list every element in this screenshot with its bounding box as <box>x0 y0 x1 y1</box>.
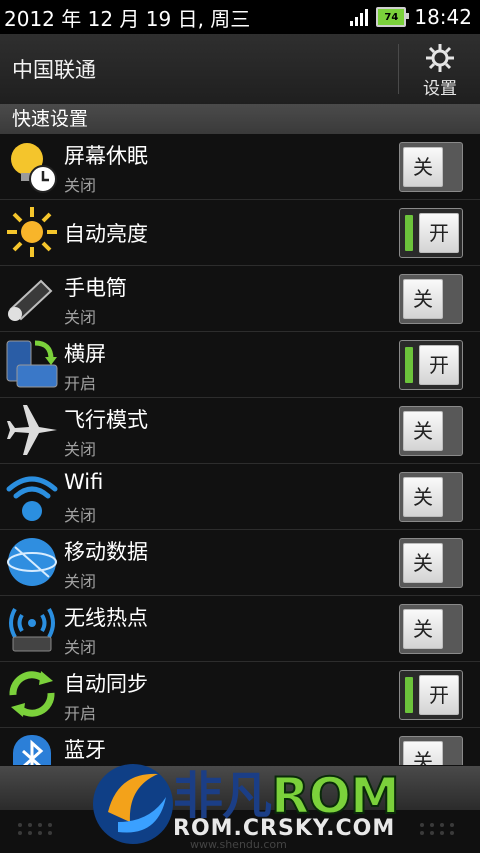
list-item-screen-sleep[interactable]: 屏幕休眠 关闭 关 <box>0 134 480 200</box>
screen-sleep-icon <box>11 143 57 193</box>
list-item-flashlight[interactable]: 手电筒 关闭 关 <box>0 266 480 332</box>
status-time: 18:42 <box>414 5 472 29</box>
item-name: 飞行模式 <box>64 408 148 432</box>
watermark-swirl-icon <box>93 764 173 844</box>
settings-button[interactable]: 设置 <box>400 34 480 104</box>
item-state: 关闭 <box>64 506 97 525</box>
bottom-dots-left <box>18 823 54 835</box>
toggle-label: 关 <box>403 411 443 451</box>
list-item-wifi[interactable]: Wifi 关闭 关 <box>0 464 480 530</box>
toggle-switch[interactable]: 开 <box>399 208 463 258</box>
toggle-label: 关 <box>403 279 443 319</box>
item-state: 关闭 <box>64 308 97 327</box>
item-state: 关闭 <box>64 440 97 459</box>
gear-icon <box>426 44 454 72</box>
toggle-switch[interactable]: 关 <box>399 142 463 192</box>
list-item-rotate[interactable]: 横屏 开启 开 <box>0 332 480 398</box>
toggle-switch[interactable]: 关 <box>399 604 463 654</box>
hotspot-icon <box>9 608 55 652</box>
item-name: 移动数据 <box>64 540 148 564</box>
toggle-label: 关 <box>403 147 443 187</box>
mobile-data-icon <box>7 538 57 586</box>
item-state: 开启 <box>64 704 97 723</box>
toggle-switch[interactable]: 关 <box>399 274 463 324</box>
item-name: 屏幕休眠 <box>64 144 148 168</box>
battery-icon: 74 <box>376 7 410 27</box>
toggle-on-indicator <box>405 215 413 251</box>
item-name: 无线热点 <box>64 606 148 630</box>
item-name: Wifi <box>64 470 104 494</box>
signal-icon <box>350 8 369 26</box>
bottom-dots-right <box>420 823 456 835</box>
toggle-switch[interactable]: 关 <box>399 406 463 456</box>
toggle-switch[interactable]: 关 <box>399 538 463 588</box>
watermark-logo: 非凡ROM ROM.CRSKY.COM <box>88 752 408 852</box>
carrier-name: 中国联通 <box>12 58 96 82</box>
wifi-icon <box>6 476 58 521</box>
section-title: 快速设置 <box>0 104 480 134</box>
sync-icon <box>9 671 55 717</box>
item-state: 关闭 <box>64 572 97 591</box>
toggle-switch[interactable]: 关 <box>399 472 463 522</box>
item-name: 自动亮度 <box>64 222 148 246</box>
status-bar: 2012 年 12 月 19 日, 周三 74 18:42 <box>0 0 480 34</box>
item-state: 开启 <box>64 374 97 393</box>
list-item-mobile-data[interactable]: 移动数据 关闭 关 <box>0 530 480 596</box>
list-item-hotspot[interactable]: 无线热点 关闭 关 <box>0 596 480 662</box>
item-name: 手电筒 <box>64 276 127 300</box>
toggle-label: 关 <box>403 543 443 583</box>
item-name: 横屏 <box>64 342 106 366</box>
status-date: 2012 年 12 月 19 日, 周三 <box>4 6 251 31</box>
item-name: 自动同步 <box>64 672 148 696</box>
airplane-icon <box>7 405 57 455</box>
toggle-on-indicator <box>405 347 413 383</box>
list-item-auto-sync[interactable]: 自动同步 开启 开 <box>0 662 480 728</box>
quick-settings-list: 屏幕休眠 关闭 关 自动亮度 开 手电筒 关闭 关 横屏 开启 开 飞行模式 关… <box>0 134 480 794</box>
toggle-on-indicator <box>405 677 413 713</box>
brightness-icon <box>7 207 57 257</box>
flashlight-icon <box>8 279 53 321</box>
header-divider <box>398 44 399 94</box>
toggle-label: 关 <box>403 609 443 649</box>
list-item-auto-brightness[interactable]: 自动亮度 开 <box>0 200 480 266</box>
item-state: 关闭 <box>64 638 97 657</box>
toggle-label: 开 <box>419 345 459 385</box>
toggle-label: 开 <box>419 675 459 715</box>
toggle-label: 开 <box>419 213 459 253</box>
toggle-label: 关 <box>403 477 443 517</box>
header: 中国联通 设置 <box>0 34 480 105</box>
toggle-switch[interactable]: 开 <box>399 340 463 390</box>
settings-label: 设置 <box>423 79 457 99</box>
watermark-url: ROM.CRSKY.COM <box>173 816 396 841</box>
toggle-switch[interactable]: 开 <box>399 670 463 720</box>
list-item-airplane[interactable]: 飞行模式 关闭 关 <box>0 398 480 464</box>
item-state: 关闭 <box>64 176 97 195</box>
rotate-screen-icon <box>6 340 58 388</box>
